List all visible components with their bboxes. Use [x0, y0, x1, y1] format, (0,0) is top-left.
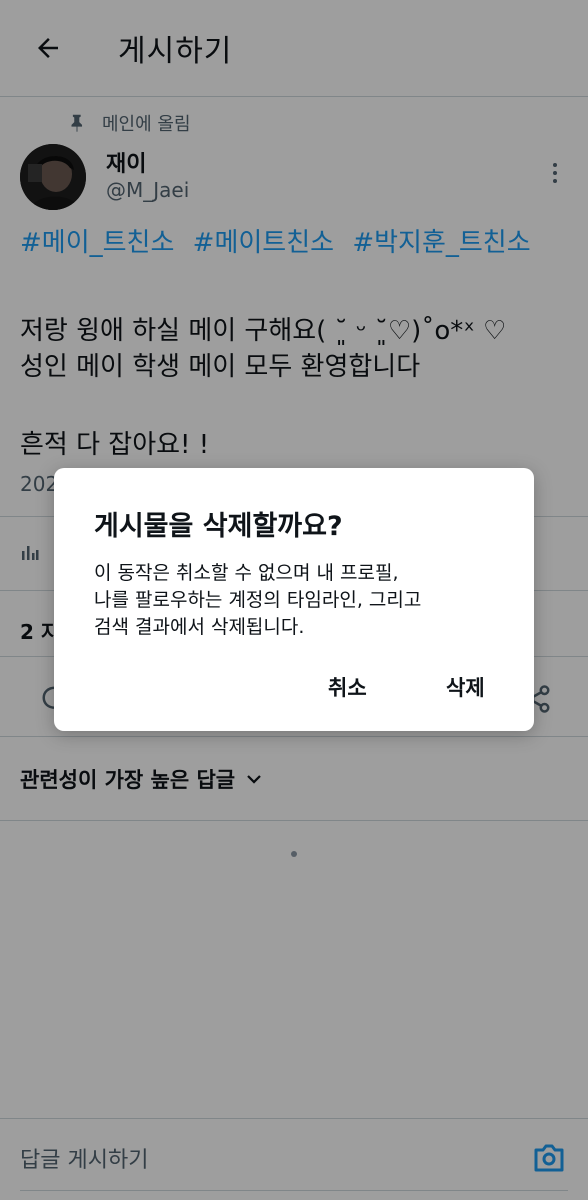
dialog-message-line: 나를 팔로우하는 계정의 타임라인, 그리고 [94, 589, 422, 611]
cancel-button[interactable]: 취소 [328, 672, 367, 702]
delete-confirm-dialog: 게시물을 삭제할까요? 이 동작은 취소할 수 없으며 내 프로필, 나를 팔로… [54, 468, 534, 731]
dialog-message: 이 동작은 취소할 수 없으며 내 프로필, 나를 팔로우하는 계정의 타임라인… [94, 560, 514, 641]
delete-button[interactable]: 삭제 [446, 672, 485, 702]
dialog-message-line: 검색 결과에서 삭제됩니다. [94, 616, 305, 638]
dialog-title: 게시물을 삭제할까요? [94, 511, 343, 542]
dialog-message-line: 이 동작은 취소할 수 없으며 내 프로필, [94, 562, 399, 584]
